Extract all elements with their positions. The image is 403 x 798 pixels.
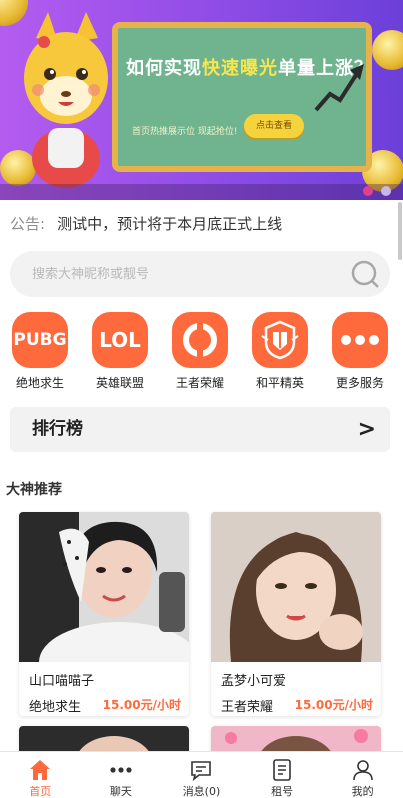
- player-price: 15.00元/小时: [294, 698, 373, 712]
- section-title: 大神推荐: [6, 482, 62, 498]
- chevron-right-icon: >: [357, 417, 376, 442]
- game-category-row: PUBG 绝地求生 LOL 英雄联盟 王者荣耀 和平精英 更多服务: [0, 312, 403, 392]
- category-peace-elite[interactable]: 和平精英: [240, 312, 320, 391]
- tab-label: 聊天: [109, 785, 132, 798]
- category-pubg[interactable]: PUBG 绝地求生: [0, 312, 80, 391]
- lol-icon: LOL: [92, 312, 148, 368]
- category-more[interactable]: 更多服务: [320, 312, 400, 391]
- player-photo: [19, 512, 189, 662]
- search-bar[interactable]: [10, 251, 390, 297]
- tab-home[interactable]: 首页: [0, 752, 81, 798]
- ranking-entry[interactable]: 排行榜 >: [10, 407, 390, 452]
- announcement-text: 测试中，预计将于本月底正式上线: [57, 215, 283, 233]
- search-icon[interactable]: [350, 259, 380, 289]
- player-name: 孟梦小可爱: [221, 674, 287, 689]
- tab-label: 消息(0): [182, 785, 221, 798]
- player-card[interactable]: 山口喵喵子 绝地求生 15.00元/小时: [19, 512, 189, 716]
- player-price: 15.00元/小时: [102, 698, 181, 712]
- app-page: 如何实现快速曝光单量上涨？ 首页热推展示位 现起抢位! 点击查看 公告: 测试中…: [0, 0, 403, 798]
- category-label: 绝地求生: [15, 376, 64, 390]
- page-scrollbar[interactable]: [398, 202, 402, 260]
- category-label: 王者荣耀: [175, 376, 224, 390]
- player-card[interactable]: 孟梦小可爱 王者荣耀 15.00元/小时: [211, 512, 381, 716]
- category-label: 英雄联盟: [95, 376, 144, 390]
- player-game: 绝地求生: [29, 700, 82, 715]
- player-photo: [211, 512, 381, 662]
- category-label: 和平精英: [255, 376, 304, 390]
- banner-dot[interactable]: [381, 186, 391, 196]
- search-input[interactable]: [32, 251, 332, 297]
- honor-of-kings-icon: [172, 312, 228, 368]
- banner-footer-shade: [0, 184, 403, 200]
- banner-dot[interactable]: [363, 186, 373, 196]
- announcement-bar: 公告: 测试中，预计将于本月底正式上线: [10, 212, 282, 236]
- promo-banner[interactable]: 如何实现快速曝光单量上涨？ 首页热推展示位 现起抢位! 点击查看: [0, 0, 403, 200]
- player-game: 王者荣耀: [221, 700, 274, 715]
- category-honor-of-kings[interactable]: 王者荣耀: [160, 312, 240, 391]
- coin-decoration: [372, 30, 403, 70]
- tab-chat[interactable]: 聊天: [81, 752, 162, 798]
- chat-dots-icon: [110, 767, 132, 773]
- category-lol[interactable]: LOL 英雄联盟: [80, 312, 160, 391]
- tab-rent[interactable]: 租号: [242, 752, 323, 798]
- promo-chalkboard: 如何实现快速曝光单量上涨？ 首页热推展示位 现起抢位! 点击查看: [112, 22, 372, 172]
- banner-view-button[interactable]: 点击查看: [244, 114, 304, 138]
- tab-label: 我的: [351, 785, 374, 798]
- rent-account-icon: [273, 759, 291, 781]
- more-dots-icon: [332, 312, 388, 368]
- home-icon: [30, 760, 51, 780]
- banner-pagination: [363, 186, 391, 196]
- message-icon: [191, 761, 212, 782]
- pubg-icon: PUBG: [12, 312, 68, 368]
- banner-subtext: 首页热推展示位 现起抢位!: [132, 127, 238, 137]
- cat-mascot-icon: [24, 12, 108, 188]
- tab-label: 首页: [29, 785, 52, 798]
- ranking-label: 排行榜: [32, 419, 83, 439]
- announcement-label: 公告:: [10, 215, 46, 233]
- player-name: 山口喵喵子: [29, 674, 95, 689]
- bottom-tab-bar: 首页 聊天 消息(0) 租号 我的: [0, 751, 403, 798]
- tab-messages[interactable]: 消息(0): [161, 752, 242, 798]
- tab-label: 租号: [271, 785, 294, 798]
- peace-elite-icon: [252, 312, 308, 368]
- tab-profile[interactable]: 我的: [322, 752, 403, 798]
- trend-arrow-icon: [314, 64, 364, 112]
- category-label: 更多服务: [335, 376, 384, 390]
- profile-icon: [352, 760, 373, 781]
